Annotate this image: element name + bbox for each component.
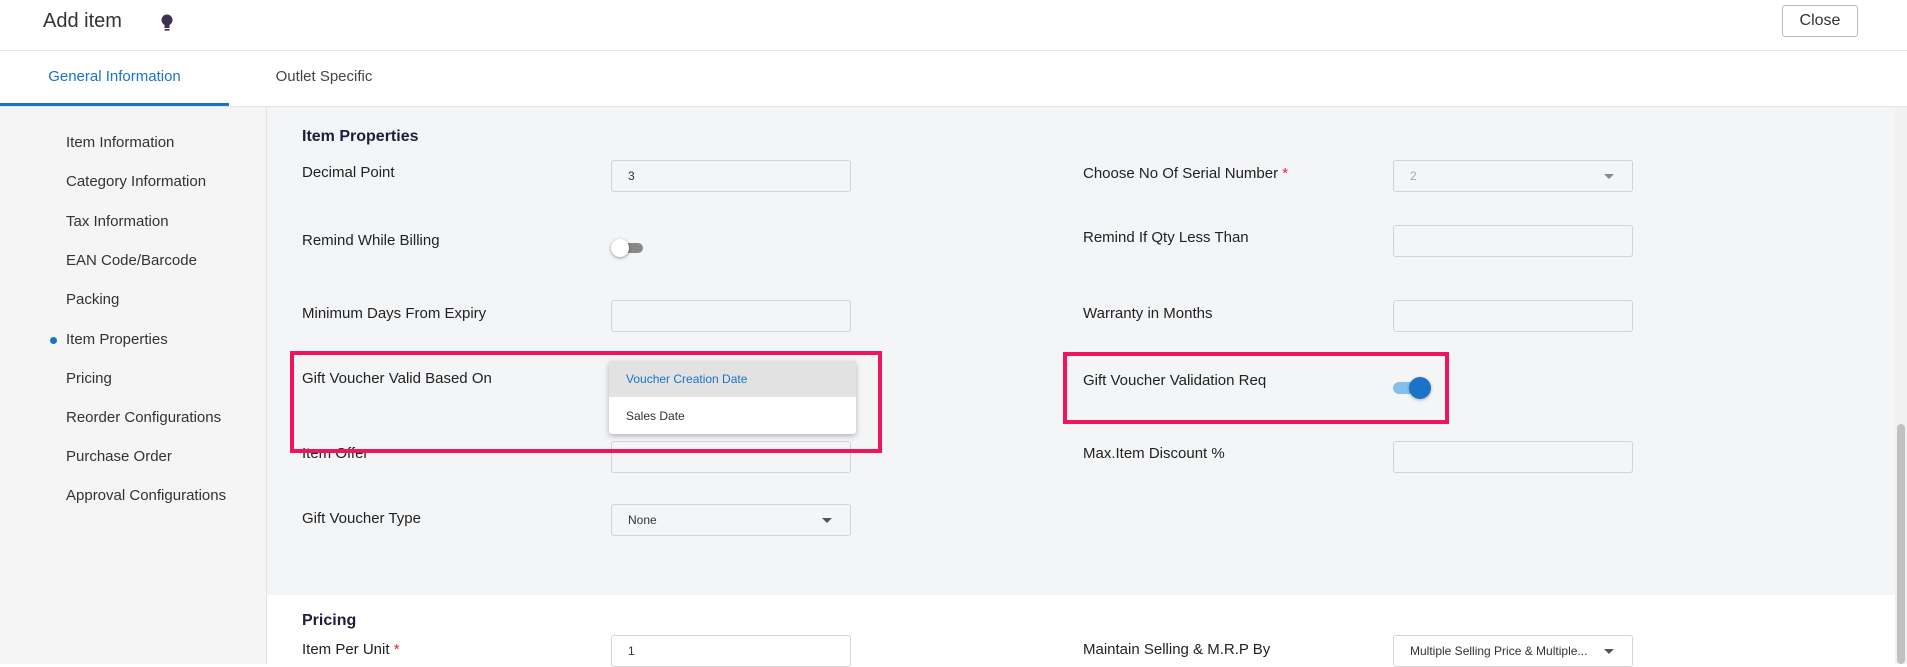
required-asterisk: * [393, 641, 400, 658]
gift-voucher-type-value: None [628, 513, 657, 527]
sidebar-item-ean-code-barcode[interactable]: EAN Code/Barcode [66, 252, 197, 269]
item-per-unit-label: Item Per Unit * [302, 641, 400, 658]
sidebar-item-packing[interactable]: Packing [66, 291, 119, 308]
max-discount-input[interactable] [1393, 441, 1633, 473]
dialog-header: Add item Close [0, 0, 1907, 51]
sidebar-item-item-properties[interactable]: Item Properties [66, 331, 168, 348]
sidebar-item-purchase-order[interactable]: Purchase Order [66, 448, 172, 465]
section-title-item-properties: Item Properties [302, 128, 419, 145]
tab-general-information[interactable]: General Information [0, 51, 229, 106]
sidebar-item-tax-information[interactable]: Tax Information [66, 213, 169, 230]
active-indicator-dot [50, 337, 57, 344]
serial-number-label: Choose No Of Serial Number * [1083, 165, 1288, 182]
tab-outlet-specific[interactable]: Outlet Specific [262, 51, 386, 106]
serial-number-value: 2 [1410, 169, 1417, 183]
scrollbar-thumb[interactable] [1897, 424, 1905, 664]
serial-number-select[interactable]: 2 [1393, 160, 1633, 192]
remind-billing-label: Remind While Billing [302, 232, 440, 249]
serial-number-label-text: Choose No Of Serial Number [1083, 165, 1279, 182]
min-days-expiry-label: Minimum Days From Expiry [302, 305, 487, 322]
maintain-selling-value: Multiple Selling Price & Multiple... [1410, 644, 1588, 658]
highlight-box-gift-valid-based-on [290, 351, 882, 453]
item-per-unit-input[interactable]: 1 [611, 635, 851, 667]
remind-billing-toggle[interactable] [611, 239, 643, 257]
decimal-point-label: Decimal Point [302, 164, 395, 181]
toggle-knob [611, 239, 629, 257]
warranty-input[interactable] [1393, 300, 1633, 332]
maintain-selling-label: Maintain Selling & M.R.P By [1083, 641, 1271, 658]
pricing-section: Pricing Item Per Unit * 1 Maintain Selli… [267, 595, 1895, 667]
close-button[interactable]: Close [1782, 5, 1858, 37]
page-title: Add item [43, 10, 122, 32]
lightbulb-icon[interactable] [160, 13, 174, 33]
max-discount-label: Max.Item Discount % [1083, 445, 1225, 462]
gift-voucher-type-label: Gift Voucher Type [302, 510, 421, 527]
remind-qty-input[interactable] [1393, 225, 1633, 257]
maintain-selling-select[interactable]: Multiple Selling Price & Multiple... [1393, 635, 1633, 667]
tab-bar: General Information Outlet Specific [0, 51, 1907, 107]
warranty-label: Warranty in Months [1083, 305, 1213, 322]
item-per-unit-label-text: Item Per Unit [302, 641, 390, 658]
section-title-pricing: Pricing [302, 612, 357, 629]
chevron-down-icon [1604, 649, 1614, 654]
sidebar-item-category-information[interactable]: Category Information [66, 173, 206, 190]
sidebar: Item Information Category Information Ta… [0, 107, 267, 664]
remind-qty-label: Remind If Qty Less Than [1083, 229, 1249, 246]
highlight-box-gift-validation-req [1063, 352, 1449, 424]
sidebar-item-reorder-configurations[interactable]: Reorder Configurations [66, 409, 221, 426]
sidebar-item-approval-configurations[interactable]: Approval Configurations [66, 487, 226, 504]
chevron-down-icon [1604, 174, 1614, 179]
sidebar-item-pricing[interactable]: Pricing [66, 370, 112, 387]
min-days-expiry-input[interactable] [611, 300, 851, 332]
sidebar-item-item-information[interactable]: Item Information [66, 134, 174, 151]
decimal-point-input[interactable]: 3 [611, 160, 851, 192]
chevron-down-icon [822, 518, 832, 523]
required-asterisk: * [1282, 165, 1289, 182]
gift-voucher-type-select[interactable]: None [611, 504, 851, 536]
